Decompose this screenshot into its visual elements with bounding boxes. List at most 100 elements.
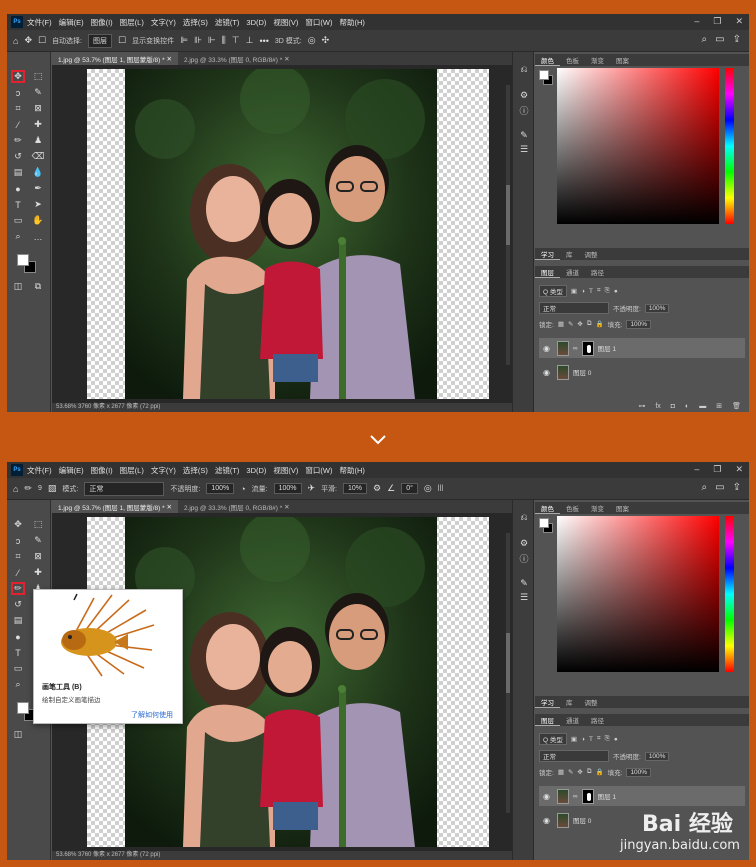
tab-channels[interactable]: 通道	[560, 715, 585, 725]
screen-mode-icon[interactable]: ⧉	[31, 280, 45, 293]
3d-pan-icon[interactable]: ✣	[322, 35, 330, 46]
filter-pixel-icon[interactable]: ▣	[571, 735, 577, 743]
dodge-tool-icon[interactable]: ●	[11, 630, 25, 643]
filter-toggle-icon[interactable]: ●	[614, 736, 618, 743]
pressure-opacity-icon[interactable]: ◔	[240, 484, 245, 494]
lock-artboard-icon[interactable]: ⧉	[587, 320, 592, 328]
learn-how-link[interactable]: 了解如何使用	[131, 710, 173, 720]
blend-mode-dropdown[interactable]: 正常	[539, 302, 609, 314]
smooth-field[interactable]: 10%	[343, 483, 368, 494]
workspace-icon[interactable]: ▭	[715, 34, 724, 45]
layer-kind-dropdown[interactable]: Q 类型	[539, 285, 567, 297]
angle-field[interactable]: 0°	[401, 483, 418, 494]
add-mask-icon[interactable]: ◘	[671, 403, 675, 410]
tab-learn[interactable]: 学习	[535, 249, 560, 260]
gradient-tool-icon[interactable]: ▤	[11, 166, 25, 179]
lock-all-icon[interactable]: 🔒	[596, 320, 604, 328]
tab-color[interactable]: 颜色	[535, 503, 560, 514]
menu-help[interactable]: 帮助(H)	[340, 465, 365, 476]
filter-type-icon[interactable]: T	[589, 288, 593, 295]
filter-toggle-icon[interactable]: ●	[614, 288, 618, 295]
move-tool-icon[interactable]: ✥	[11, 70, 25, 83]
info-icon[interactable]: ⓘ	[518, 552, 530, 564]
opacity-field[interactable]: 100%	[644, 303, 670, 313]
eyedropper-icon[interactable]: ⁄	[11, 566, 25, 579]
symmetry-icon[interactable]: ꔖ	[438, 483, 443, 494]
lock-all-icon[interactable]: 🔒	[596, 768, 604, 776]
lock-position-icon[interactable]: ✥	[577, 320, 582, 328]
fx-icon[interactable]: fx	[655, 403, 660, 410]
blur-tool-icon[interactable]: 💧	[31, 166, 45, 179]
hue-slider[interactable]	[725, 68, 734, 224]
hue-slider[interactable]	[725, 516, 734, 672]
menu-3d[interactable]: 3D(D)	[246, 18, 266, 27]
menu-view[interactable]: 视图(V)	[273, 17, 298, 28]
brush-size-value[interactable]: 9	[38, 485, 42, 492]
tab-color[interactable]: 颜色	[535, 55, 560, 66]
tab-adjustments[interactable]: 调整	[579, 697, 604, 707]
stamp-tool-icon[interactable]: ♟	[31, 134, 45, 147]
menu-select[interactable]: 选择(S)	[183, 465, 208, 476]
healing-brush-icon[interactable]: ✚	[31, 566, 45, 579]
opacity-field[interactable]: 100%	[644, 751, 670, 761]
menu-view[interactable]: 视图(V)	[273, 465, 298, 476]
path-select-icon[interactable]: ➤	[31, 198, 45, 211]
menu-help[interactable]: 帮助(H)	[340, 17, 365, 28]
lock-image-icon[interactable]: ✎	[568, 768, 573, 776]
pen-tool-icon[interactable]: ✒	[31, 182, 45, 195]
crop-tool-icon[interactable]: ⌗	[11, 102, 25, 115]
menu-window[interactable]: 窗口(W)	[305, 465, 332, 476]
opacity-field[interactable]: 100%	[206, 483, 235, 494]
frame-tool-icon[interactable]: ⊠	[31, 102, 45, 115]
align-top-icon[interactable]: ⊤	[232, 35, 240, 46]
document-tab-1[interactable]: 1.jpg @ 53.7% (图层 1, 图层蒙版/8) * ✕	[52, 52, 178, 65]
eye-icon[interactable]: ◉	[543, 344, 553, 353]
tab-channels[interactable]: 通道	[560, 267, 585, 277]
flow-field[interactable]: 100%	[273, 483, 302, 494]
eye-icon[interactable]: ◉	[543, 816, 553, 825]
zoom-tool-icon[interactable]: ⌕	[11, 230, 25, 243]
history-brush-icon[interactable]: ↺	[11, 598, 25, 611]
document-tab-2[interactable]: 2.jpg @ 33.3% (图层 0, RGB/8#) * ✕	[178, 52, 296, 65]
move-tool-icon[interactable]: ✥	[11, 518, 25, 531]
menu-filter[interactable]: 滤镜(T)	[215, 17, 240, 28]
eye-icon[interactable]: ◉	[543, 368, 553, 377]
filter-shape-icon[interactable]: ⌗	[597, 735, 601, 743]
restore-icon[interactable]: ❐	[713, 464, 721, 475]
quick-mask-icon[interactable]: ◫	[11, 280, 25, 293]
dodge-tool-icon[interactable]: ●	[11, 182, 25, 195]
menu-type[interactable]: 文字(Y)	[151, 17, 176, 28]
layer-mask-thumbnail[interactable]	[581, 340, 594, 356]
share-icon[interactable]: ⇪	[733, 482, 741, 493]
document-tab-1[interactable]: 1.jpg @ 53.7% (图层 1, 图层蒙版/8) * ✕	[52, 500, 178, 513]
filter-smart-icon[interactable]: ⎘	[605, 735, 610, 743]
mode-dropdown[interactable]: 正常	[84, 481, 165, 496]
filter-shape-icon[interactable]: ⌗	[597, 287, 601, 295]
menu-filter[interactable]: 滤镜(T)	[215, 465, 240, 476]
tab-libraries[interactable]: 库	[560, 697, 579, 707]
tab-adjustments[interactable]: 调整	[579, 249, 604, 259]
tab-layers[interactable]: 图层	[535, 267, 560, 278]
align-right-icon[interactable]: ⊩	[208, 35, 216, 46]
menu-file[interactable]: 文件(F)	[27, 17, 52, 28]
brush-tool-icon[interactable]: ✏	[11, 134, 25, 147]
panel-foreground-color[interactable]	[539, 518, 549, 528]
link-layers-icon[interactable]: ⊶	[638, 402, 645, 410]
lock-pixels-icon[interactable]: ▦	[558, 768, 564, 776]
foreground-color-swatch[interactable]	[17, 702, 29, 714]
lasso-tool-icon[interactable]: ↄ	[11, 534, 25, 547]
eye-icon[interactable]: ◉	[543, 792, 553, 801]
trash-icon[interactable]: 🗑	[732, 402, 741, 410]
menu-select[interactable]: 选择(S)	[183, 17, 208, 28]
filter-adjust-icon[interactable]: ◑	[581, 736, 585, 743]
tab-gradients[interactable]: 渐变	[585, 503, 610, 513]
fill-field[interactable]: 100%	[626, 319, 652, 329]
tab-patterns[interactable]: 图案	[610, 55, 635, 65]
tab-libraries[interactable]: 库	[560, 249, 579, 259]
lock-pixels-icon[interactable]: ▦	[558, 320, 564, 328]
minimize-icon[interactable]: –	[694, 16, 699, 27]
quick-select-icon[interactable]: ✎	[31, 86, 45, 99]
menu-layer[interactable]: 图层(L)	[120, 465, 144, 476]
smooth-settings-icon[interactable]: ⚙	[373, 483, 381, 494]
menu-type[interactable]: 文字(Y)	[151, 465, 176, 476]
